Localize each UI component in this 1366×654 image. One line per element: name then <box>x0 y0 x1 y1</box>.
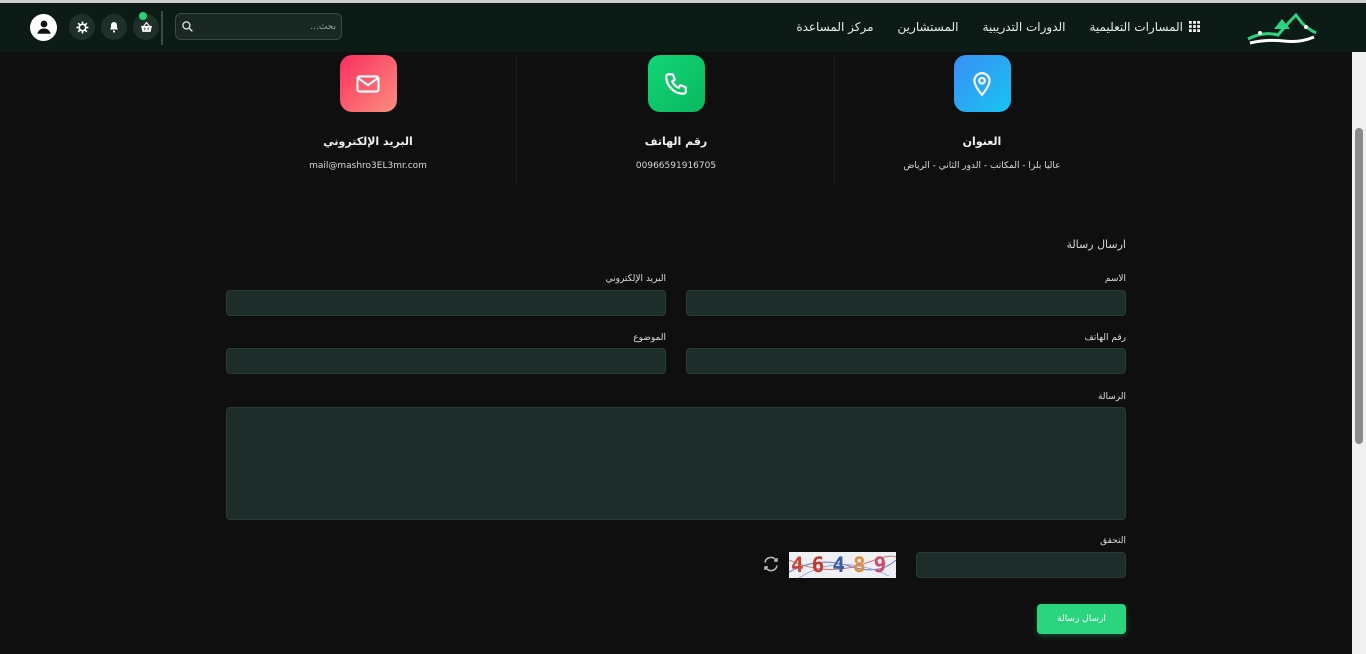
contact-email: البريد الإلكتروني mail@mashro3EL3mr.com <box>268 55 468 185</box>
address-icon-box <box>953 55 1011 112</box>
captcha-image: 4 6 4 8 9 <box>789 552 896 578</box>
grid-icon <box>1189 21 1200 32</box>
verify-label: التحقق <box>1100 536 1126 546</box>
cart-indicator-dot <box>139 12 147 20</box>
email-value[interactable]: mail@mashro3EL3mr.com <box>268 161 468 171</box>
search-input[interactable] <box>198 14 336 39</box>
top-navbar: المسارات التعليمية الدورات التدريبية الم… <box>0 0 1366 52</box>
bell-icon <box>110 22 118 33</box>
phone-title: رقم الهاتف <box>644 135 708 148</box>
captcha-digits: 4 6 4 8 9 <box>791 553 886 577</box>
phone-label: رقم الهاتف <box>1084 333 1126 343</box>
nav-link-help-center[interactable]: مركز المساعدة <box>796 20 873 34</box>
phone-icon <box>665 72 687 95</box>
contact-address: العنوان عاليا بلزا - المكاتب - الدور الث… <box>878 55 1086 185</box>
search-box <box>175 13 342 40</box>
nav-link-learning-paths[interactable]: المسارات التعليمية <box>1089 20 1200 34</box>
name-input[interactable] <box>687 291 1125 316</box>
subject-field-wrap <box>226 348 666 374</box>
contact-phone: رقم الهاتف 00966591916705 <box>576 55 776 185</box>
email-title: البريد الإلكتروني <box>323 135 413 148</box>
captcha-digit: 4 <box>832 553 845 577</box>
form-title: ارسال رسالة <box>1066 238 1126 251</box>
email-icon-box <box>339 55 397 112</box>
phone-input[interactable] <box>687 349 1125 374</box>
nav-link-label: المسارات التعليمية <box>1089 20 1183 34</box>
nav-divider <box>161 11 163 45</box>
search-icon[interactable] <box>181 20 194 33</box>
column-separator <box>834 55 835 185</box>
subject-label: الموضوع <box>633 333 666 343</box>
name-field-wrap <box>686 290 1126 316</box>
location-pin-icon <box>973 71 991 96</box>
envelope-icon <box>356 74 380 93</box>
message-field-wrap <box>226 407 1126 520</box>
column-separator <box>516 55 517 185</box>
phone-icon-box <box>647 55 705 112</box>
settings-button[interactable] <box>69 14 95 40</box>
nav-actions <box>30 12 159 42</box>
phone-value: 00966591916705 <box>635 161 717 171</box>
send-message-button[interactable]: ارسال رسالة <box>1037 604 1126 634</box>
user-icon <box>36 20 51 34</box>
email-field-wrap <box>226 290 666 316</box>
verify-field-wrap <box>916 552 1126 578</box>
gear-icon <box>76 21 88 33</box>
address-value: عاليا بلزا - المكاتب - الدور الثاني - ال… <box>903 161 1061 171</box>
nav-link-courses[interactable]: الدورات التدريبية <box>982 20 1065 34</box>
cart-button[interactable] <box>133 12 159 40</box>
captcha-digit: 6 <box>811 553 825 577</box>
captcha-input[interactable] <box>917 553 1125 578</box>
nav-link-consultants[interactable]: المستشارين <box>898 20 959 34</box>
notifications-button[interactable] <box>101 14 127 40</box>
captcha-digit: 8 <box>852 553 866 577</box>
captcha-digit: 9 <box>873 553 887 577</box>
nav-links: المسارات التعليمية الدورات التدريبية الم… <box>796 20 1200 34</box>
email-input[interactable] <box>227 291 665 316</box>
message-label: الرسالة <box>1097 392 1126 402</box>
address-title: العنوان <box>962 135 1002 148</box>
page-scrollbar[interactable] <box>1352 52 1366 654</box>
message-textarea[interactable] <box>227 408 1125 519</box>
email-label: البريد الإلكتروني <box>605 274 666 284</box>
brand-logo[interactable] <box>1244 9 1320 47</box>
user-avatar[interactable] <box>30 13 57 41</box>
refresh-captcha-icon[interactable] <box>762 555 780 573</box>
basket-icon <box>140 21 152 32</box>
subject-input[interactable] <box>227 349 665 374</box>
name-label: الاسم <box>1104 274 1126 284</box>
captcha-digit: 4 <box>791 553 804 577</box>
phone-field-wrap <box>686 348 1126 374</box>
scrollbar-thumb[interactable] <box>1355 128 1363 444</box>
